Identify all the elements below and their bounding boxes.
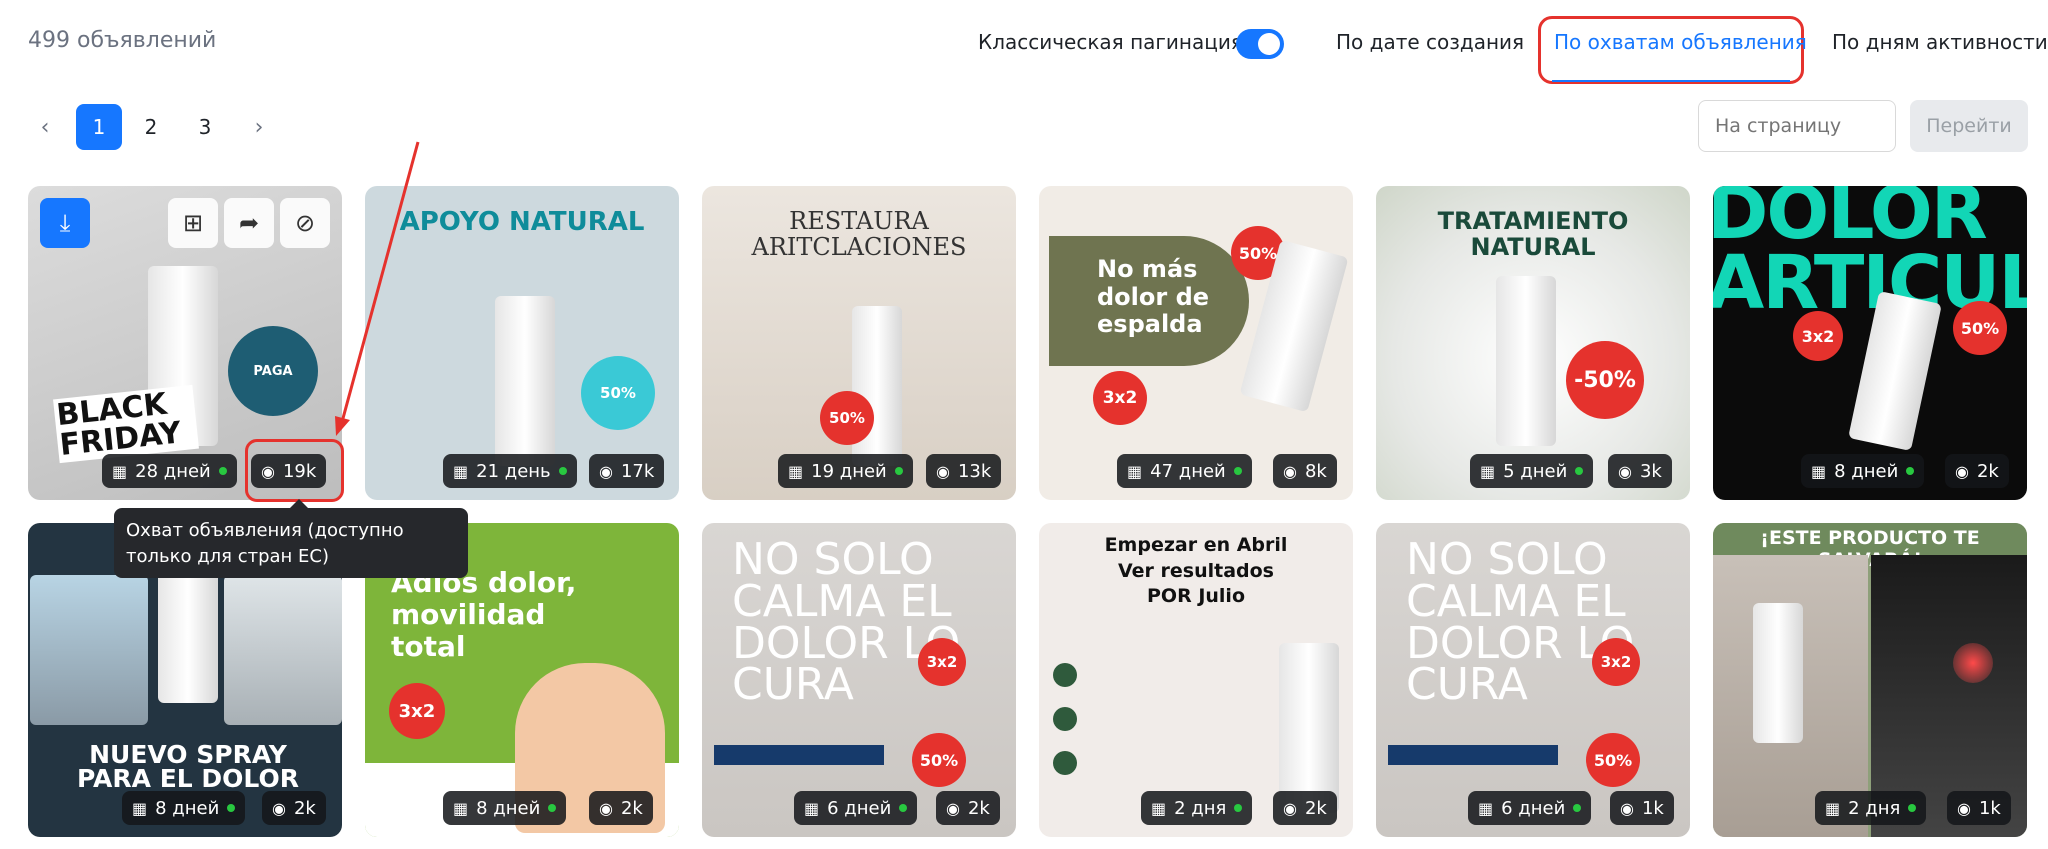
annotation-arrow	[335, 141, 420, 436]
views-tooltip: Охват объявления (доступно только для ст…	[114, 499, 468, 578]
